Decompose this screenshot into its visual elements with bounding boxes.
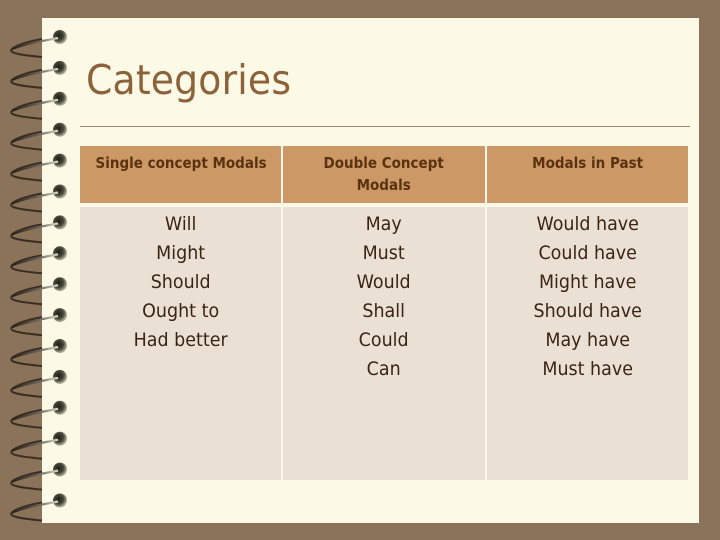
spiral-ring-icon xyxy=(10,400,67,429)
spiral-ring-icon xyxy=(10,153,67,182)
modal-item: Should have xyxy=(533,300,642,322)
modal-item: Would have xyxy=(536,213,639,235)
cell-single-concept: Will Might Should Ought to Had better xyxy=(80,207,282,480)
spiral-ring-icon xyxy=(10,246,67,275)
modal-item: Must have xyxy=(542,358,633,380)
header-single-concept: Single concept Modals xyxy=(80,146,282,207)
header-modals-in-past: Modals in Past xyxy=(486,146,688,207)
spiral-ring-icon xyxy=(10,462,67,491)
spiral-ring-icon xyxy=(10,30,67,58)
modal-item: Would xyxy=(356,271,411,293)
spiral-ring-icon xyxy=(10,277,67,306)
spiral-ring-icon xyxy=(10,91,67,120)
cell-modals-in-past: Would have Could have Might have Should hav… xyxy=(486,207,688,480)
modals-table: Single concept Modals Double Concept Mod… xyxy=(78,146,690,480)
title-divider xyxy=(80,126,690,127)
spiral-ring-icon xyxy=(10,431,67,460)
slide-title: Categories xyxy=(86,56,292,104)
modal-item: Ought to xyxy=(142,300,220,322)
modal-item: Could have xyxy=(538,242,637,264)
table-body-row: Will Might Should Ought to Had better May Mus… xyxy=(80,207,688,480)
modal-item: Shall xyxy=(362,300,406,322)
modal-item: Might xyxy=(156,242,206,264)
spiral-ring-icon xyxy=(10,339,67,367)
spiral-binding xyxy=(10,30,67,522)
spiral-ring-icon xyxy=(10,60,67,89)
modal-item: May xyxy=(365,213,403,235)
spiral-ring-icon xyxy=(10,184,67,213)
spiral-ring-icon xyxy=(10,122,67,151)
modal-item: May have xyxy=(545,329,630,351)
spiral-ring-icon xyxy=(10,493,67,522)
modal-item: Should xyxy=(150,271,211,293)
header-double-concept: Double Concept Modals xyxy=(283,146,485,207)
spiral-ring-icon xyxy=(10,369,67,398)
spiral-ring-icon xyxy=(10,215,67,244)
modal-item: Must xyxy=(362,242,406,264)
spiral-ring-icon xyxy=(10,308,67,337)
modal-item: Will xyxy=(164,213,197,235)
modal-item: Could xyxy=(359,329,409,351)
table-header-row: Single concept Modals Double Concept Mod… xyxy=(80,146,688,207)
modal-item: Might have xyxy=(538,271,637,293)
cell-double-concept: May Must Would Shall Could Can xyxy=(283,207,485,480)
modal-item: Had better xyxy=(133,329,228,351)
modal-item: Can xyxy=(366,358,401,380)
